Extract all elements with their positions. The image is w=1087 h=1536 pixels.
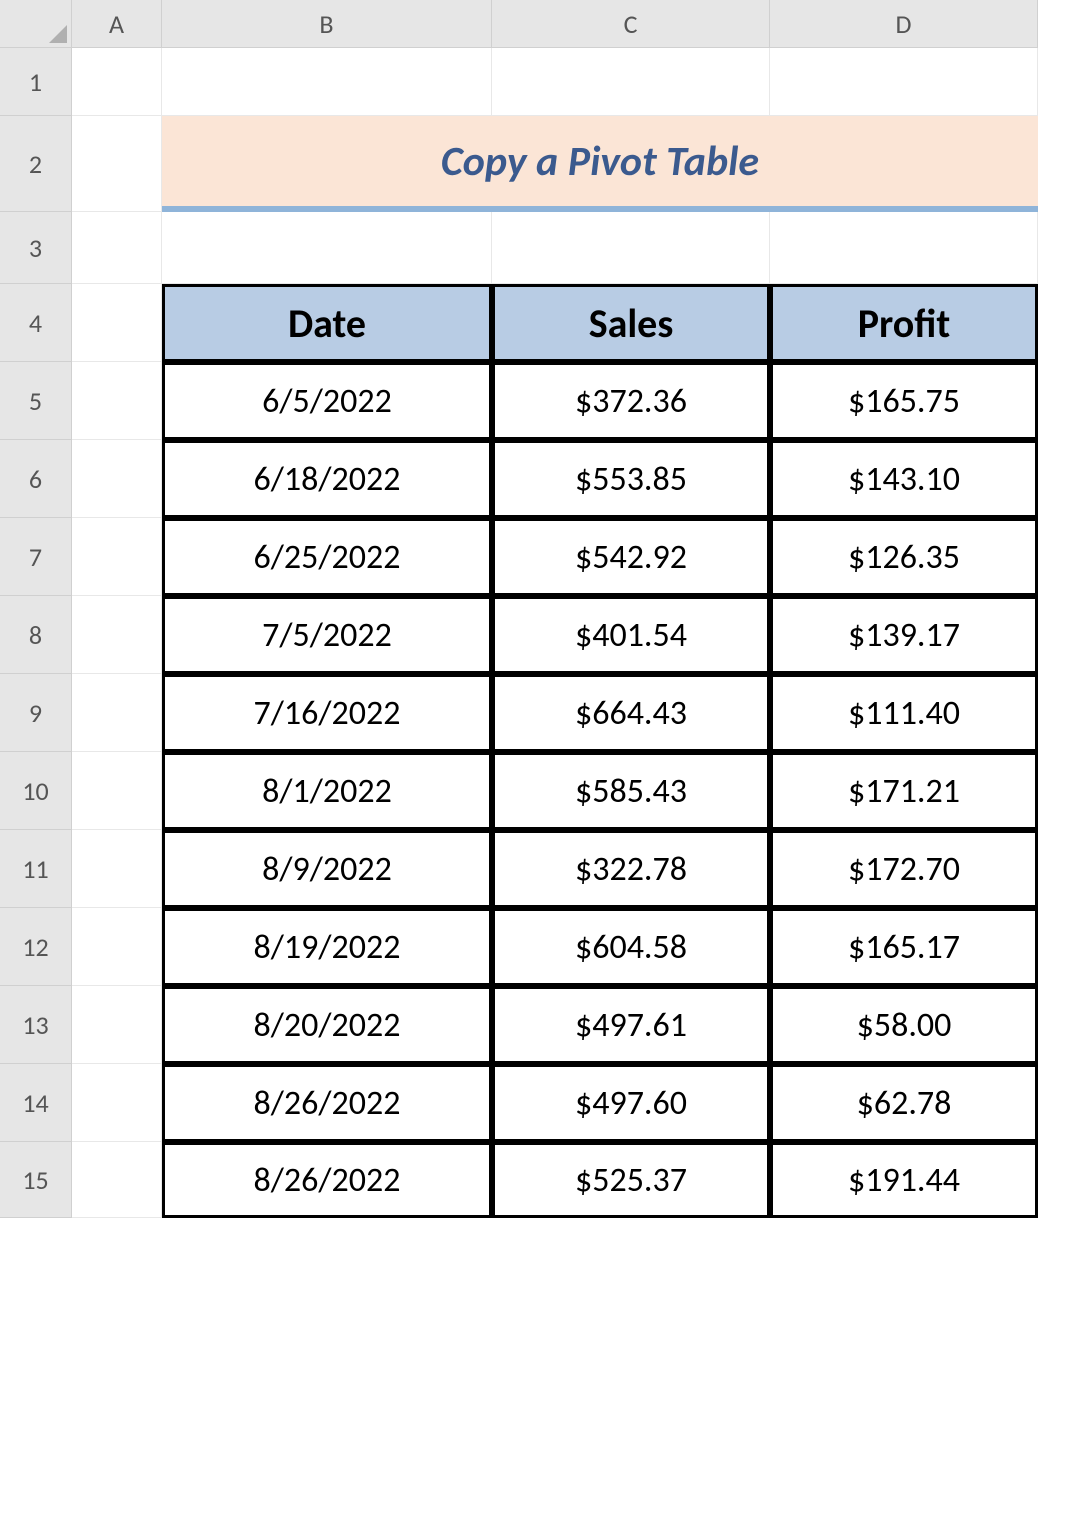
table-row[interactable]: $171.21: [770, 752, 1038, 830]
spreadsheet-grid[interactable]: A B C D 1 2 Copy a Pivot Table 3 4 Date …: [0, 0, 1087, 1218]
col-header-B[interactable]: B: [162, 0, 492, 48]
cell-A15[interactable]: [72, 1142, 162, 1218]
table-row[interactable]: $139.17: [770, 596, 1038, 674]
row-header-9[interactable]: 9: [0, 674, 72, 752]
table-header-date[interactable]: Date: [162, 284, 492, 362]
row-header-12[interactable]: 12: [0, 908, 72, 986]
table-row[interactable]: 7/16/2022: [162, 674, 492, 752]
cell-A4[interactable]: [72, 284, 162, 362]
table-row[interactable]: 7/5/2022: [162, 596, 492, 674]
row-header-8[interactable]: 8: [0, 596, 72, 674]
cell-A6[interactable]: [72, 440, 162, 518]
table-row[interactable]: $62.78: [770, 1064, 1038, 1142]
cell-A11[interactable]: [72, 830, 162, 908]
table-row[interactable]: $401.54: [492, 596, 770, 674]
row-header-3[interactable]: 3: [0, 212, 72, 284]
cell-C3[interactable]: [492, 212, 770, 284]
row-header-1[interactable]: 1: [0, 48, 72, 116]
row-header-4[interactable]: 4: [0, 284, 72, 362]
cell-A3[interactable]: [72, 212, 162, 284]
cell-D1[interactable]: [770, 48, 1038, 116]
row-header-14[interactable]: 14: [0, 1064, 72, 1142]
table-row[interactable]: $525.37: [492, 1142, 770, 1218]
table-row[interactable]: 6/25/2022: [162, 518, 492, 596]
table-row[interactable]: $111.40: [770, 674, 1038, 752]
row-header-6[interactable]: 6: [0, 440, 72, 518]
table-row[interactable]: $143.10: [770, 440, 1038, 518]
table-row[interactable]: $542.92: [492, 518, 770, 596]
row-header-7[interactable]: 7: [0, 518, 72, 596]
table-row[interactable]: $58.00: [770, 986, 1038, 1064]
cell-A8[interactable]: [72, 596, 162, 674]
table-row[interactable]: $585.43: [492, 752, 770, 830]
cell-A2[interactable]: [72, 116, 162, 212]
row-header-11[interactable]: 11: [0, 830, 72, 908]
table-row[interactable]: 8/19/2022: [162, 908, 492, 986]
table-row[interactable]: 8/1/2022: [162, 752, 492, 830]
table-row[interactable]: 6/18/2022: [162, 440, 492, 518]
table-row[interactable]: $191.44: [770, 1142, 1038, 1218]
table-row[interactable]: $497.61: [492, 986, 770, 1064]
cell-A12[interactable]: [72, 908, 162, 986]
table-row[interactable]: $553.85: [492, 440, 770, 518]
cell-A7[interactable]: [72, 518, 162, 596]
row-header-10[interactable]: 10: [0, 752, 72, 830]
cell-A5[interactable]: [72, 362, 162, 440]
cell-B3[interactable]: [162, 212, 492, 284]
table-row[interactable]: $322.78: [492, 830, 770, 908]
table-row[interactable]: $372.36: [492, 362, 770, 440]
table-row[interactable]: $126.35: [770, 518, 1038, 596]
select-all-corner[interactable]: [0, 0, 72, 48]
col-header-D[interactable]: D: [770, 0, 1038, 48]
cell-C1[interactable]: [492, 48, 770, 116]
cell-A14[interactable]: [72, 1064, 162, 1142]
row-header-13[interactable]: 13: [0, 986, 72, 1064]
row-header-2[interactable]: 2: [0, 116, 72, 212]
cell-A9[interactable]: [72, 674, 162, 752]
table-row[interactable]: $165.17: [770, 908, 1038, 986]
table-row[interactable]: 8/26/2022: [162, 1064, 492, 1142]
table-row[interactable]: 6/5/2022: [162, 362, 492, 440]
table-header-profit[interactable]: Profit: [770, 284, 1038, 362]
row-header-5[interactable]: 5: [0, 362, 72, 440]
col-header-C[interactable]: C: [492, 0, 770, 48]
table-row[interactable]: $172.70: [770, 830, 1038, 908]
table-row[interactable]: 8/20/2022: [162, 986, 492, 1064]
table-header-sales[interactable]: Sales: [492, 284, 770, 362]
table-row[interactable]: $497.60: [492, 1064, 770, 1142]
cell-A10[interactable]: [72, 752, 162, 830]
row-header-15[interactable]: 15: [0, 1142, 72, 1218]
table-row[interactable]: $165.75: [770, 362, 1038, 440]
table-row[interactable]: $664.43: [492, 674, 770, 752]
table-row[interactable]: $604.58: [492, 908, 770, 986]
cell-A13[interactable]: [72, 986, 162, 1064]
cell-A1[interactable]: [72, 48, 162, 116]
cell-D3[interactable]: [770, 212, 1038, 284]
cell-B1[interactable]: [162, 48, 492, 116]
table-row[interactable]: 8/9/2022: [162, 830, 492, 908]
table-row[interactable]: 8/26/2022: [162, 1142, 492, 1218]
title-cell[interactable]: Copy a Pivot Table: [162, 116, 1038, 212]
col-header-A[interactable]: A: [72, 0, 162, 48]
